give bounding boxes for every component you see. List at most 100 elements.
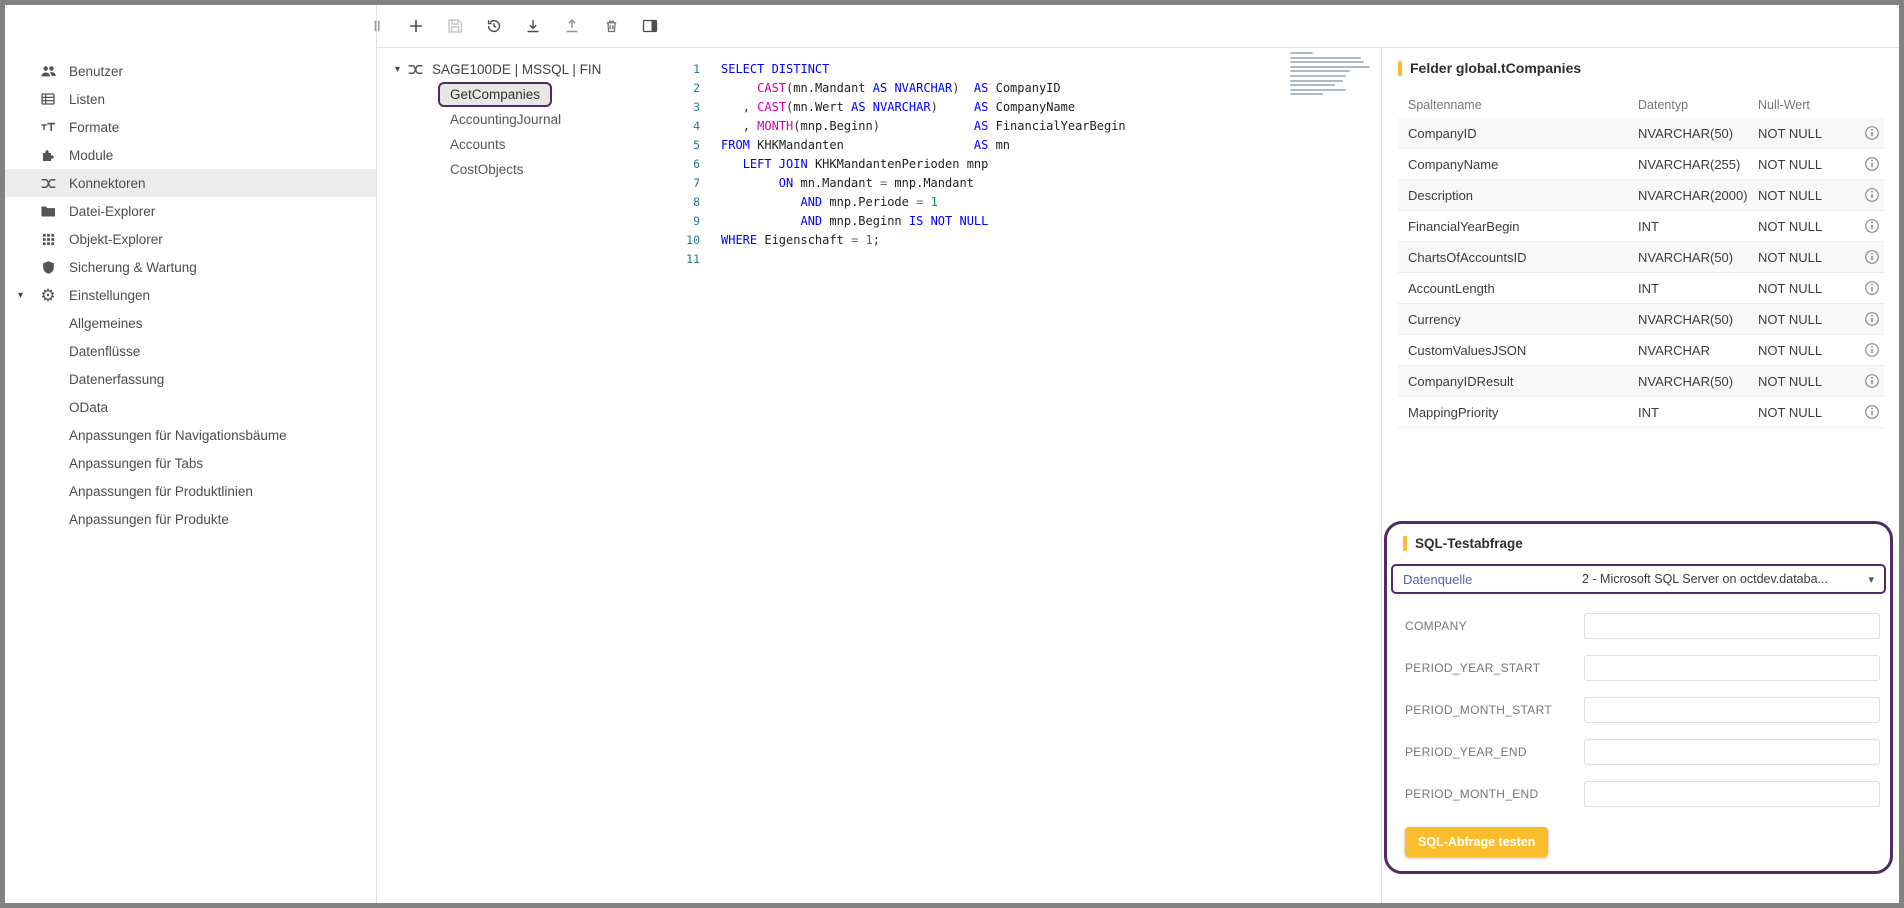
cell-spaltenname: AccountLength xyxy=(1398,281,1638,296)
sidebar-item-odata[interactable]: OData xyxy=(5,393,376,421)
list-icon xyxy=(39,90,57,108)
code-line[interactable]: 2 CAST(mn.Mandant AS NVARCHAR) AS Compan… xyxy=(680,78,1381,97)
chevron-down-icon[interactable]: ▾ xyxy=(18,290,23,301)
sidebar-item-formate[interactable]: Formate xyxy=(5,113,376,141)
code-line[interactable]: 3 , CAST(mn.Wert AS NVARCHAR) AS Company… xyxy=(680,97,1381,116)
info-icon[interactable] xyxy=(1864,342,1880,358)
code-line[interactable]: 1SELECT DISTINCT xyxy=(680,59,1381,78)
sidebar-item-listen[interactable]: Listen xyxy=(5,85,376,113)
sidebar-item-anpassungen-produktlinien[interactable]: Anpassungen für Produktlinien xyxy=(5,477,376,505)
datasource-value: 2 - Microsoft SQL Server on octdev.datab… xyxy=(1582,572,1828,586)
info-icon[interactable] xyxy=(1864,280,1880,296)
info-icon[interactable] xyxy=(1864,156,1880,172)
sidebar-item-allgemeines[interactable]: Allgemeines xyxy=(5,309,376,337)
tree-item-label: GetCompanies xyxy=(450,87,540,102)
table-row: CompanyName NVARCHAR(255) NOT NULL xyxy=(1398,149,1884,180)
toggle-panel-icon[interactable] xyxy=(638,14,662,38)
sql-editor[interactable]: 1SELECT DISTINCT2 CAST(mn.Mandant AS NVA… xyxy=(680,48,1381,903)
tree-item[interactable]: AccountingJournal xyxy=(438,107,573,132)
sidebar-item-datenerfassung[interactable]: Datenerfassung xyxy=(5,365,376,393)
chevron-down-icon: ▾ xyxy=(1868,573,1874,586)
sidebar-item-anpassungen-navigationsbaeume[interactable]: Anpassungen für Navigationsbäume xyxy=(5,421,376,449)
sidebar-item-datenfluesse[interactable]: Datenflüsse xyxy=(5,337,376,365)
sidebar-item-anpassungen-produkte[interactable]: Anpassungen für Produkte xyxy=(5,505,376,533)
sidebar-item-sicherung-wartung[interactable]: Sicherung & Wartung xyxy=(5,253,376,281)
column-header-spaltenname: Spaltenname xyxy=(1398,98,1638,112)
code-line[interactable]: 5FROM KHKMandanten AS mn xyxy=(680,135,1381,154)
fields-table-body: CompanyID NVARCHAR(50) NOT NULL CompanyN… xyxy=(1398,118,1884,428)
info-icon[interactable] xyxy=(1864,125,1880,141)
cell-datentyp: INT xyxy=(1638,219,1758,234)
line-number: 9 xyxy=(680,214,700,228)
sidebar-item-datei-explorer[interactable]: Datei-Explorer xyxy=(5,197,376,225)
download-icon[interactable] xyxy=(521,14,545,38)
cell-spaltenname: CompanyIDResult xyxy=(1398,374,1638,389)
sidebar-item-label: Datenerfassung xyxy=(69,372,164,387)
chevron-down-icon[interactable]: ▾ xyxy=(395,64,400,75)
sidebar-item-objekt-explorer[interactable]: Objekt-Explorer xyxy=(5,225,376,253)
info-icon[interactable] xyxy=(1864,373,1880,389)
sidebar-item-einstellungen[interactable]: ▾ ⚙ Einstellungen xyxy=(5,281,376,309)
info-icon[interactable] xyxy=(1864,404,1880,420)
table-row: ChartsOfAccountsID NVARCHAR(50) NOT NULL xyxy=(1398,242,1884,273)
cell-datentyp: NVARCHAR(50) xyxy=(1638,312,1758,327)
code-line[interactable]: 10WHERE Eigenschaft = 1; xyxy=(680,230,1381,249)
upload-icon[interactable] xyxy=(560,14,584,38)
form-field-input[interactable] xyxy=(1584,697,1880,723)
sidebar-item-anpassungen-tabs[interactable]: Anpassungen für Tabs xyxy=(5,449,376,477)
fields-table: Spaltenname Datentyp Null-Wert CompanyID… xyxy=(1398,92,1884,428)
column-header-datentyp: Datentyp xyxy=(1638,98,1758,112)
form-field-label: PERIOD_YEAR_END xyxy=(1405,745,1584,759)
cell-datentyp: NVARCHAR(50) xyxy=(1638,374,1758,389)
form-field-input[interactable] xyxy=(1584,613,1880,639)
sidebar-item-benutzer[interactable]: Benutzer xyxy=(5,57,376,85)
tree-item[interactable]: GetCompanies xyxy=(438,82,552,107)
folder-icon xyxy=(39,202,57,220)
form-field-input[interactable] xyxy=(1584,655,1880,681)
tree-item[interactable]: CostObjects xyxy=(438,157,536,182)
cell-spaltenname: ChartsOfAccountsID xyxy=(1398,250,1638,265)
datasource-label: Datenquelle xyxy=(1403,572,1582,587)
info-icon[interactable] xyxy=(1864,249,1880,265)
test-form: COMPANY PERIOD_YEAR_START PERIOD_MONTH_S… xyxy=(1405,612,1880,822)
splitter-handle-icon[interactable] xyxy=(365,14,389,38)
sql-test-button[interactable]: SQL-Abfrage testen xyxy=(1405,827,1548,857)
sidebar-item-module[interactable]: Module xyxy=(5,141,376,169)
code-line[interactable]: 6 LEFT JOIN KHKMandantenPerioden mnp xyxy=(680,154,1381,173)
code-line[interactable]: 7 ON mn.Mandant = mnp.Mandant xyxy=(680,173,1381,192)
history-icon[interactable] xyxy=(482,14,506,38)
cell-datentyp: NVARCHAR(50) xyxy=(1638,126,1758,141)
cell-nullwert: NOT NULL xyxy=(1758,219,1864,234)
info-icon[interactable] xyxy=(1864,311,1880,327)
right-panel: Felder global.tCompanies Spaltenname Dat… xyxy=(1381,48,1899,903)
toolbar xyxy=(377,5,1899,48)
minimap[interactable] xyxy=(1290,52,1378,100)
form-field-input[interactable] xyxy=(1584,739,1880,765)
accent-bar xyxy=(1403,536,1407,551)
cell-datentyp: NVARCHAR(2000) xyxy=(1638,188,1758,203)
sidebar-item-konnektoren[interactable]: Konnektoren xyxy=(5,169,376,197)
datasource-select[interactable]: 2 - Microsoft SQL Server on octdev.datab… xyxy=(1582,572,1874,586)
info-icon[interactable] xyxy=(1864,218,1880,234)
tree-item[interactable]: Accounts xyxy=(438,132,518,157)
code-line[interactable]: 9 AND mnp.Beginn IS NOT NULL xyxy=(680,211,1381,230)
info-icon[interactable] xyxy=(1864,187,1880,203)
tree-root-connection[interactable]: ▾ SAGE100DE | MSSQL | FIN xyxy=(377,57,680,82)
line-number: 1 xyxy=(680,62,700,76)
cell-datentyp: INT xyxy=(1638,281,1758,296)
text-format-icon xyxy=(39,118,57,136)
add-icon[interactable] xyxy=(404,14,428,38)
code-line[interactable]: 8 AND mnp.Periode = 1 xyxy=(680,192,1381,211)
form-field-input[interactable] xyxy=(1584,781,1880,807)
shield-icon xyxy=(39,258,57,276)
sidebar-item-label: Datenflüsse xyxy=(69,344,140,359)
sidebar-item-label: Anpassungen für Tabs xyxy=(69,456,203,471)
code-line[interactable]: 4 , MONTH(mnp.Beginn) AS FinancialYearBe… xyxy=(680,116,1381,135)
connector-icon xyxy=(39,174,57,192)
delete-icon[interactable] xyxy=(599,14,623,38)
form-row: PERIOD_YEAR_START xyxy=(1405,654,1880,681)
sidebar-item-label: Listen xyxy=(69,92,105,107)
form-row: PERIOD_MONTH_END xyxy=(1405,780,1880,807)
save-icon[interactable] xyxy=(443,14,467,38)
code-line[interactable]: 11 xyxy=(680,249,1381,268)
